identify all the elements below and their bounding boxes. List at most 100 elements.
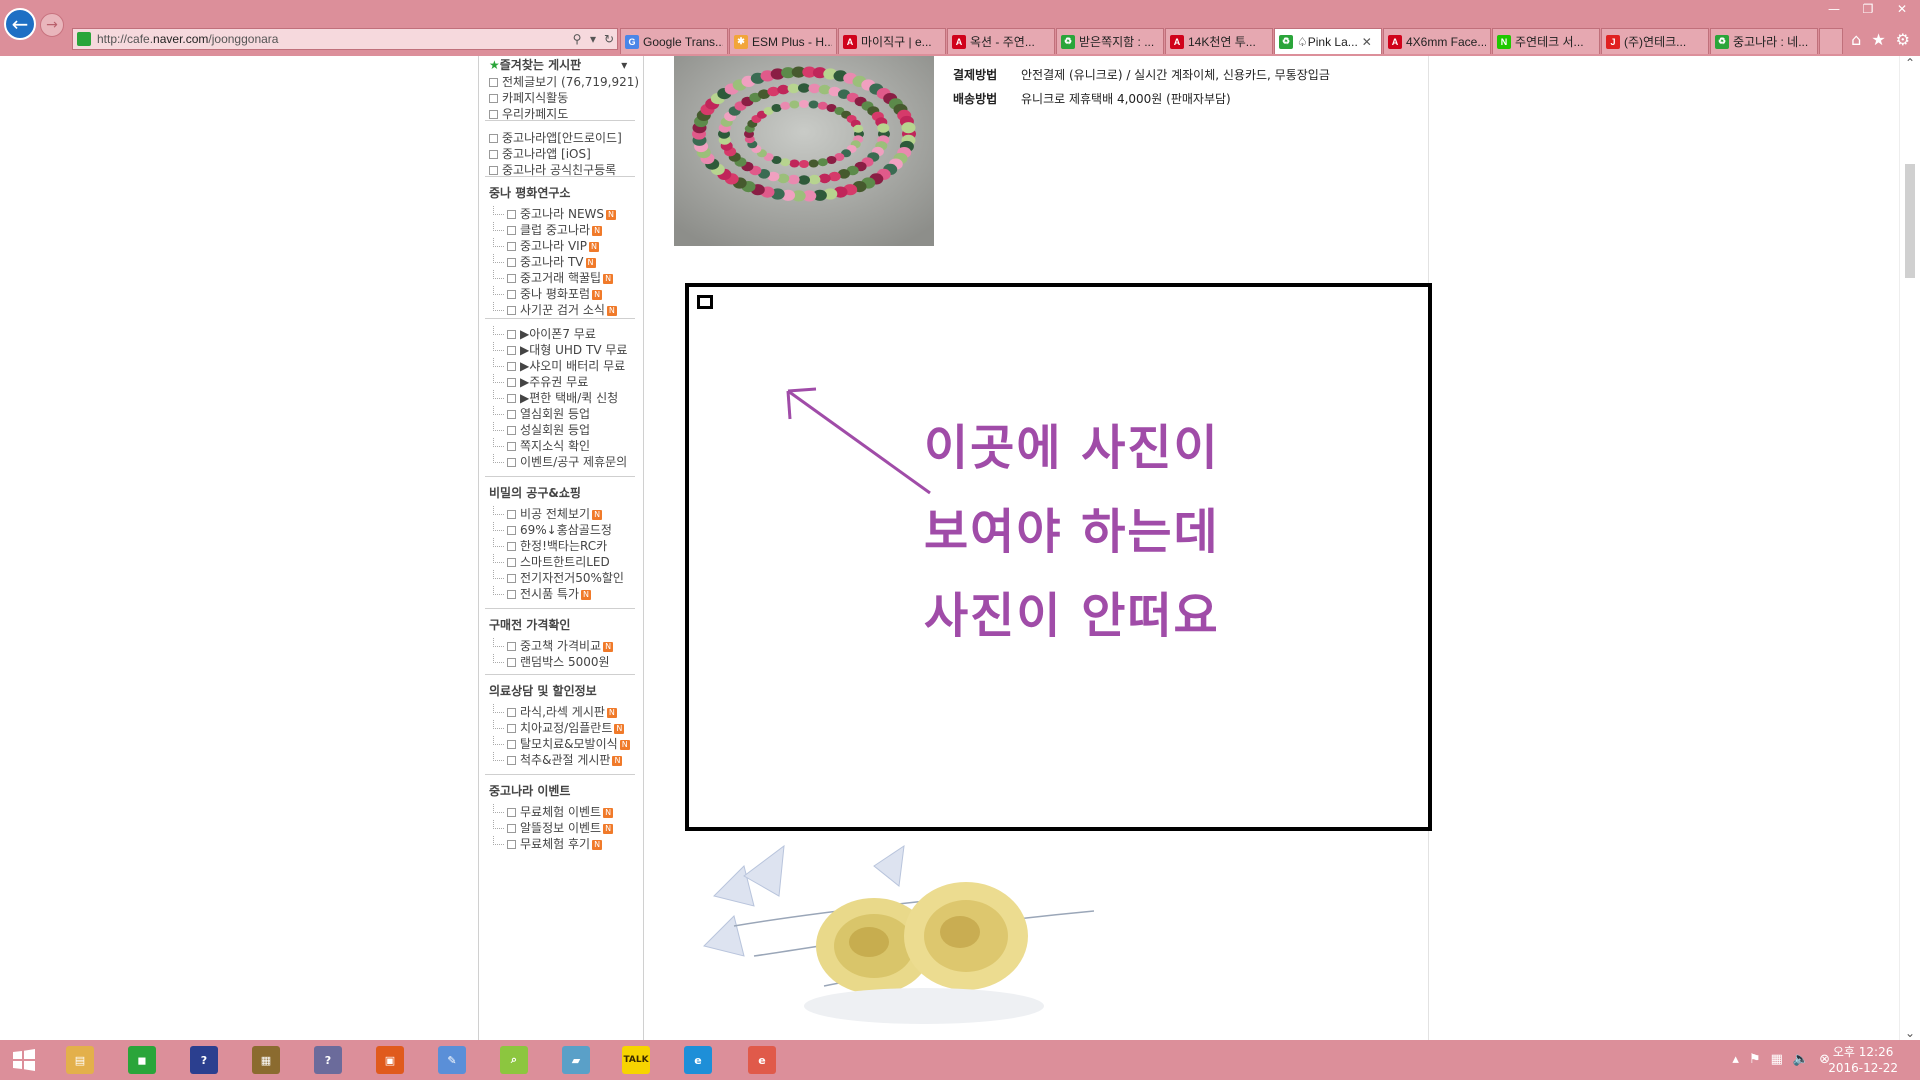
sidebar-item[interactable]: 라식,라섹 게시판 N: [493, 704, 617, 720]
browser-tab[interactable]: N 주연테크 서...: [1492, 28, 1600, 54]
sidebar-item[interactable]: 쪽지소식 확인: [493, 438, 590, 454]
sidebar-item[interactable]: 전체글보기 (76,719,921): [489, 74, 639, 90]
sidebar-item[interactable]: ▶아이폰7 무료: [493, 326, 596, 342]
home-icon[interactable]: ⌂: [1851, 30, 1861, 49]
browser-tab[interactable]: A 마이직구 | e...: [838, 28, 946, 54]
sidebar-divider: [485, 774, 635, 775]
broken-image-frame: 이곳에 사진이 보여야 하는데 사진이 안떠요: [685, 283, 1432, 831]
sidebar-item[interactable]: 전시품 특가 N: [493, 586, 592, 602]
taskbar-app-button[interactable]: e: [740, 1044, 784, 1076]
dropdown-icon[interactable]: ▾: [585, 32, 601, 46]
sidebar-item[interactable]: 탈모치료&모발이식 N: [493, 736, 630, 752]
tab-label: (주)연테크...: [1624, 35, 1687, 49]
scroll-thumb[interactable]: [1905, 164, 1915, 278]
tree-line-icon: [493, 254, 504, 263]
sidebar-item[interactable]: 랜덤박스 5000원: [493, 654, 610, 670]
volume-icon[interactable]: 🔈: [1793, 1052, 1809, 1067]
tab-label: 마이직구 | e...: [861, 35, 932, 49]
sidebar-item[interactable]: 이벤트/공구 제휴문의: [493, 454, 627, 470]
favorites-star-icon[interactable]: ★: [1871, 30, 1885, 49]
start-button[interactable]: [2, 1044, 46, 1076]
browser-tab[interactable]: A 4X6mm Face...: [1383, 28, 1491, 54]
sidebar-item[interactable]: 치아교정/임플란트 N: [493, 720, 625, 736]
taskbar-app-button[interactable]: ?: [306, 1044, 350, 1076]
back-button[interactable]: ←: [4, 8, 36, 40]
new-tab-button[interactable]: [1819, 28, 1843, 54]
sidebar-item[interactable]: 중고나라 NEWS N: [493, 206, 617, 222]
taskbar-app-button[interactable]: ⌕: [492, 1044, 536, 1076]
sidebar-item[interactable]: 중고나라 TV N: [493, 254, 596, 270]
bead: [808, 159, 819, 168]
browser-tab[interactable]: G Google Trans...: [620, 28, 728, 54]
sidebar-item[interactable]: 중고나라앱 [iOS]: [489, 146, 591, 162]
sidebar-item[interactable]: 중고나라앱[안드로이드]: [489, 130, 622, 146]
vertical-scrollbar[interactable]: ⌃ ⌄: [1899, 56, 1920, 1040]
board-icon: [507, 210, 516, 219]
sidebar-item[interactable]: ▶주유권 무료: [493, 374, 588, 390]
sidebar-item[interactable]: 69%↓홍삼골드정: [493, 522, 612, 538]
address-bar[interactable]: http://cafe.naver.com/joonggonara ⚲ ▾ ↻: [72, 28, 618, 50]
taskbar-app-button[interactable]: ✎: [430, 1044, 474, 1076]
board-icon: [507, 426, 516, 435]
search-icon[interactable]: ⚲: [569, 32, 585, 46]
sidebar-item[interactable]: 비공 전체보기 N: [493, 506, 603, 522]
favorite-boards-header[interactable]: ★즐겨찾는 게시판 ▾: [489, 56, 627, 73]
sidebar-item[interactable]: 중고책 가격비교 N: [493, 638, 614, 654]
sidebar-item[interactable]: 알뜰정보 이벤트 N: [493, 820, 614, 836]
forward-button[interactable]: →: [40, 13, 64, 37]
taskbar-app-button[interactable]: ◼: [120, 1044, 164, 1076]
sidebar-item[interactable]: ▶대형 UHD TV 무료: [493, 342, 627, 358]
url-text[interactable]: http://cafe.naver.com/joonggonara: [97, 32, 569, 46]
sidebar-item[interactable]: 카페지식활동: [489, 90, 568, 106]
taskbar-app-button[interactable]: e: [676, 1044, 720, 1076]
sidebar-item[interactable]: 스마트한트리LED: [493, 554, 610, 570]
sidebar-item[interactable]: 한정!백타는RC카: [493, 538, 607, 554]
taskbar-app-button[interactable]: ▣: [368, 1044, 412, 1076]
sidebar-item[interactable]: 사기꾼 검거 소식 N: [493, 302, 617, 318]
sidebar-item[interactable]: 클럽 중고나라 N: [493, 222, 603, 238]
scroll-down-icon[interactable]: ⌄: [1900, 1026, 1920, 1040]
browser-tab[interactable]: A 14K천연 투...: [1165, 28, 1273, 54]
close-icon[interactable]: ✕: [1892, 0, 1912, 18]
taskbar-clock[interactable]: 오후 12:26 2016-12-22: [1828, 1044, 1898, 1076]
taskbar-app-button[interactable]: TALK: [614, 1044, 658, 1076]
sidebar-item-label: 전기자전거50%할인: [520, 571, 624, 585]
taskbar-app-button[interactable]: ▰: [554, 1044, 598, 1076]
tab-label: 받은쪽지함 : ...: [1079, 35, 1155, 49]
board-icon: [507, 642, 516, 651]
sidebar-item[interactable]: 척추&관절 게시판 N: [493, 752, 623, 768]
browser-tab[interactable]: ♻ ♤Pink La... ✕: [1274, 28, 1382, 54]
board-icon: [507, 378, 516, 387]
sidebar-item[interactable]: ▶편한 택배/퀵 신청: [493, 390, 618, 406]
sidebar-item[interactable]: 열심회원 등업: [493, 406, 590, 422]
sidebar-item[interactable]: 무료체험 후기 N: [493, 836, 603, 852]
browser-tab[interactable]: A 옥션 - 주연...: [947, 28, 1055, 54]
sidebar-item[interactable]: ▶샤오미 배터리 무료: [493, 358, 625, 374]
flag-icon[interactable]: ⚑: [1749, 1052, 1761, 1067]
minimize-icon[interactable]: —: [1824, 0, 1844, 18]
tab-close-icon[interactable]: ✕: [1362, 35, 1372, 49]
sidebar-item[interactable]: 전기자전거50%할인: [493, 570, 624, 586]
browser-tab[interactable]: J (주)연테크...: [1601, 28, 1709, 54]
sidebar-item[interactable]: 성실회원 등업: [493, 422, 590, 438]
sidebar-item[interactable]: 중나 평화포럼 N: [493, 286, 603, 302]
refresh-icon[interactable]: ↻: [601, 32, 617, 46]
taskbar-app-button[interactable]: ▦: [244, 1044, 288, 1076]
network-icon[interactable]: ▦: [1771, 1052, 1783, 1067]
taskbar-app-button[interactable]: ?: [182, 1044, 226, 1076]
settings-gear-icon[interactable]: ⚙: [1896, 30, 1910, 49]
restore-icon[interactable]: ❐: [1858, 0, 1878, 18]
new-badge-icon: N: [606, 305, 617, 316]
show-hidden-icons-icon[interactable]: ▴: [1732, 1052, 1739, 1067]
taskbar-app-button[interactable]: ▤: [58, 1044, 102, 1076]
sidebar-item[interactable]: 중고거래 핵꿀팁 N: [493, 270, 614, 286]
product-photo-beads: [674, 56, 934, 246]
sidebar-item[interactable]: 우리카페지도: [489, 106, 568, 122]
browser-tab[interactable]: ♻ 받은쪽지함 : ...: [1056, 28, 1164, 54]
sidebar-item[interactable]: 중고나라 VIP N: [493, 238, 599, 254]
browser-tab[interactable]: ♻ 중고나라 : 네...: [1710, 28, 1818, 54]
sidebar-item[interactable]: 무료체험 이벤트 N: [493, 804, 614, 820]
scroll-up-icon[interactable]: ⌃: [1900, 56, 1920, 70]
browser-tab[interactable]: ✱ ESM Plus - H...: [729, 28, 837, 54]
sidebar-item[interactable]: 중고나라 공식친구등록: [489, 162, 616, 178]
